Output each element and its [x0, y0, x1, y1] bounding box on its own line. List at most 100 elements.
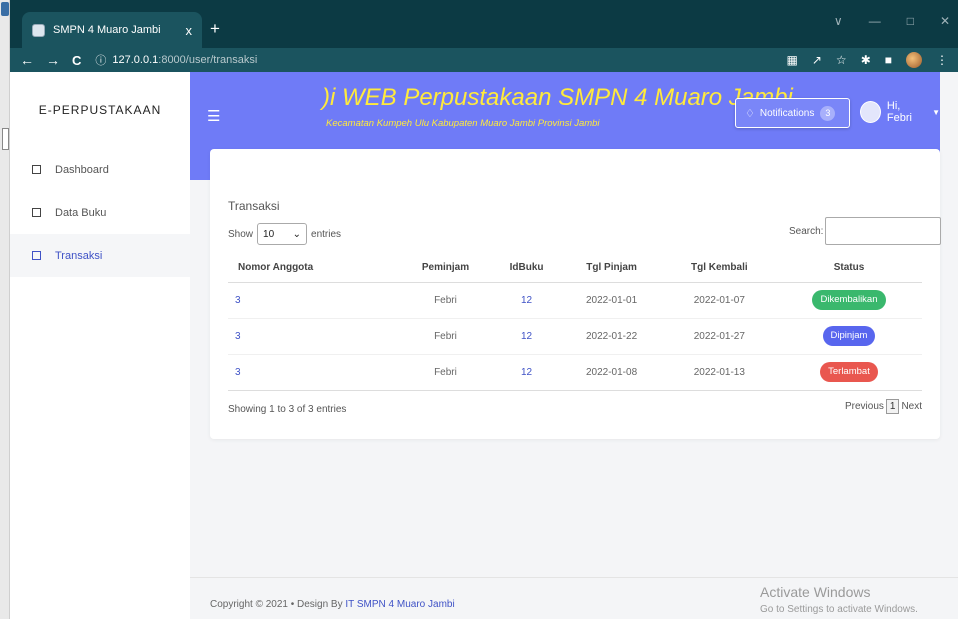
sidebar-item-label: Dashboard	[55, 163, 109, 176]
share-icon[interactable]: ↗	[812, 53, 822, 67]
status-badge: Dikembalikan	[812, 290, 886, 310]
cell-nomor-anggota[interactable]: 3	[228, 282, 399, 319]
caret-down-icon: ▼	[932, 107, 940, 117]
cell-tgl-kembali: 2022-01-13	[662, 354, 776, 391]
favicon-icon	[32, 23, 45, 37]
sidebar-item-label: Data Buku	[55, 206, 107, 219]
hamburger-menu-icon[interactable]: ☰	[207, 107, 220, 125]
watermark-subtitle: Go to Settings to activate Windows.	[760, 604, 918, 615]
square-icon	[32, 251, 41, 260]
tab-close-icon[interactable]: x	[186, 23, 193, 38]
close-window-icon[interactable]: ✕	[940, 14, 950, 28]
sidebar: E-PERPUSTAKAAN Dashboard Data Buku Trans…	[10, 72, 190, 619]
site-info-icon[interactable]: ⓘ	[95, 52, 106, 68]
footer-link[interactable]: IT SMPN 4 Muaro Jambi	[345, 599, 454, 610]
footer-copyright: Copyright © 2021 • Design By IT SMPN 4 M…	[210, 599, 455, 610]
cell-idbuku[interactable]: 12	[492, 354, 561, 391]
table-row: 3 Febri 12 2022-01-22 2022-01-27 Dipinja…	[228, 318, 922, 355]
forward-icon[interactable]: →	[46, 52, 60, 68]
entries-select[interactable]: 10 ⌄	[257, 223, 308, 245]
table-row: 3 Febri 12 2022-01-01 2022-01-07 Dikemba…	[228, 282, 922, 319]
profile-avatar-icon[interactable]	[906, 52, 922, 68]
square-icon	[32, 208, 41, 217]
maximize-icon[interactable]: □	[907, 14, 914, 28]
sidebar-item-data-buku[interactable]: Data Buku	[10, 191, 190, 234]
app-icon	[1, 2, 9, 16]
status-badge: Terlambat	[820, 362, 878, 382]
bookmark-star-icon[interactable]: ☆	[836, 53, 847, 67]
column-header-tgl-pinjam[interactable]: Tgl Pinjam	[560, 254, 663, 283]
transaksi-card: Transaksi Show 10 ⌄ entries Search: Nomo…	[210, 149, 942, 439]
translate-icon[interactable]: ▦	[787, 53, 798, 67]
window-handle	[2, 128, 9, 150]
footer: Copyright © 2021 • Design By IT SMPN 4 M…	[190, 577, 958, 619]
sidepanel-icon[interactable]: ■	[885, 53, 892, 67]
notifications-button[interactable]: ♢ Notifications 3	[735, 98, 850, 128]
chevron-down-icon: ⌄	[292, 228, 302, 240]
entries-label: entries	[311, 228, 342, 240]
previous-button[interactable]: Previous	[845, 401, 884, 412]
column-header-peminjam[interactable]: Peminjam	[398, 254, 493, 283]
cell-tgl-pinjam: 2022-01-01	[560, 282, 663, 319]
cell-tgl-kembali: 2022-01-27	[662, 318, 776, 355]
pagination: Previous 1 Next	[845, 399, 922, 414]
search-control: Search:	[789, 217, 942, 245]
watermark-title: Activate Windows	[760, 584, 871, 600]
transaksi-table: Nomor Anggota Peminjam IdBuku Tgl Pinjam…	[228, 254, 922, 391]
background-window-edge	[0, 0, 10, 619]
column-header-status[interactable]: Status	[775, 254, 922, 283]
menu-kebab-icon[interactable]: ⋮	[936, 53, 948, 67]
url-path: :8000/user/transaksi	[158, 54, 258, 66]
entries-value: 10	[263, 228, 275, 240]
new-tab-button[interactable]: +	[210, 19, 220, 39]
main-content: ☰ )i WEB Perpustakaan SMPN 4 Muaro Jambi…	[190, 72, 958, 619]
extensions-icon[interactable]: ✱	[861, 53, 871, 67]
cell-peminjam: Febri	[398, 282, 493, 319]
avatar	[860, 101, 881, 123]
window-controls: ∨ — □ ✕	[834, 14, 950, 28]
table-header-row: Nomor Anggota Peminjam IdBuku Tgl Pinjam…	[228, 254, 922, 283]
sidebar-brand[interactable]: E-PERPUSTAKAAN	[10, 72, 190, 148]
search-input[interactable]	[825, 217, 942, 245]
url-field[interactable]: 127.0.0.1:8000/user/transaksi	[112, 54, 257, 66]
square-icon	[32, 165, 41, 174]
user-greeting: Hi, Febri	[886, 100, 912, 124]
cell-idbuku[interactable]: 12	[492, 318, 561, 355]
cell-tgl-pinjam: 2022-01-08	[560, 354, 663, 391]
status-badge: Dipinjam	[822, 326, 876, 346]
copyright-text: Copyright © 2021 • Design By	[210, 599, 346, 610]
tab-search-icon[interactable]: ∨	[834, 14, 843, 28]
reload-icon[interactable]: C	[72, 53, 81, 68]
minimize-icon[interactable]: —	[869, 14, 881, 28]
table-row: 3 Febri 12 2022-01-08 2022-01-13 Terlamb…	[228, 354, 922, 391]
user-menu[interactable]: Hi, Febri ▼	[860, 100, 940, 124]
cell-idbuku[interactable]: 12	[492, 282, 561, 319]
notifications-label: Notifications	[759, 107, 815, 119]
column-header-idbuku[interactable]: IdBuku	[492, 254, 561, 283]
cell-nomor-anggota[interactable]: 3	[228, 354, 399, 391]
page-button-current[interactable]: 1	[885, 399, 900, 414]
cell-status: Terlambat	[775, 354, 922, 391]
column-header-tgl-kembali[interactable]: Tgl Kembali	[662, 254, 776, 283]
sidebar-item-label: Transaksi	[55, 249, 103, 262]
table-info: Showing 1 to 3 of 3 entries	[228, 404, 347, 415]
column-header-nomor-anggota[interactable]: Nomor Anggota	[228, 254, 399, 283]
card-title: Transaksi	[228, 199, 280, 213]
next-button[interactable]: Next	[901, 401, 922, 412]
show-label: Show	[228, 228, 254, 240]
cell-status: Dikembalikan	[775, 282, 922, 319]
page-title: )i WEB Perpustakaan SMPN 4 Muaro Jambi	[322, 84, 793, 111]
cell-nomor-anggota[interactable]: 3	[228, 318, 399, 355]
back-icon[interactable]: ←	[20, 52, 34, 68]
sidebar-item-transaksi[interactable]: Transaksi	[10, 234, 190, 277]
bell-icon: ♢	[745, 107, 755, 120]
tab-title: SMPN 4 Muaro Jambi	[53, 24, 161, 36]
sidebar-item-dashboard[interactable]: Dashboard	[10, 148, 190, 191]
entries-length-control: Show 10 ⌄ entries	[228, 223, 341, 245]
browser-tab[interactable]: SMPN 4 Muaro Jambi x	[22, 12, 202, 48]
cell-peminjam: Febri	[398, 318, 493, 355]
cell-status: Dipinjam	[775, 318, 922, 355]
cell-tgl-pinjam: 2022-01-22	[560, 318, 663, 355]
search-label: Search:	[789, 225, 824, 237]
cell-peminjam: Febri	[398, 354, 493, 391]
